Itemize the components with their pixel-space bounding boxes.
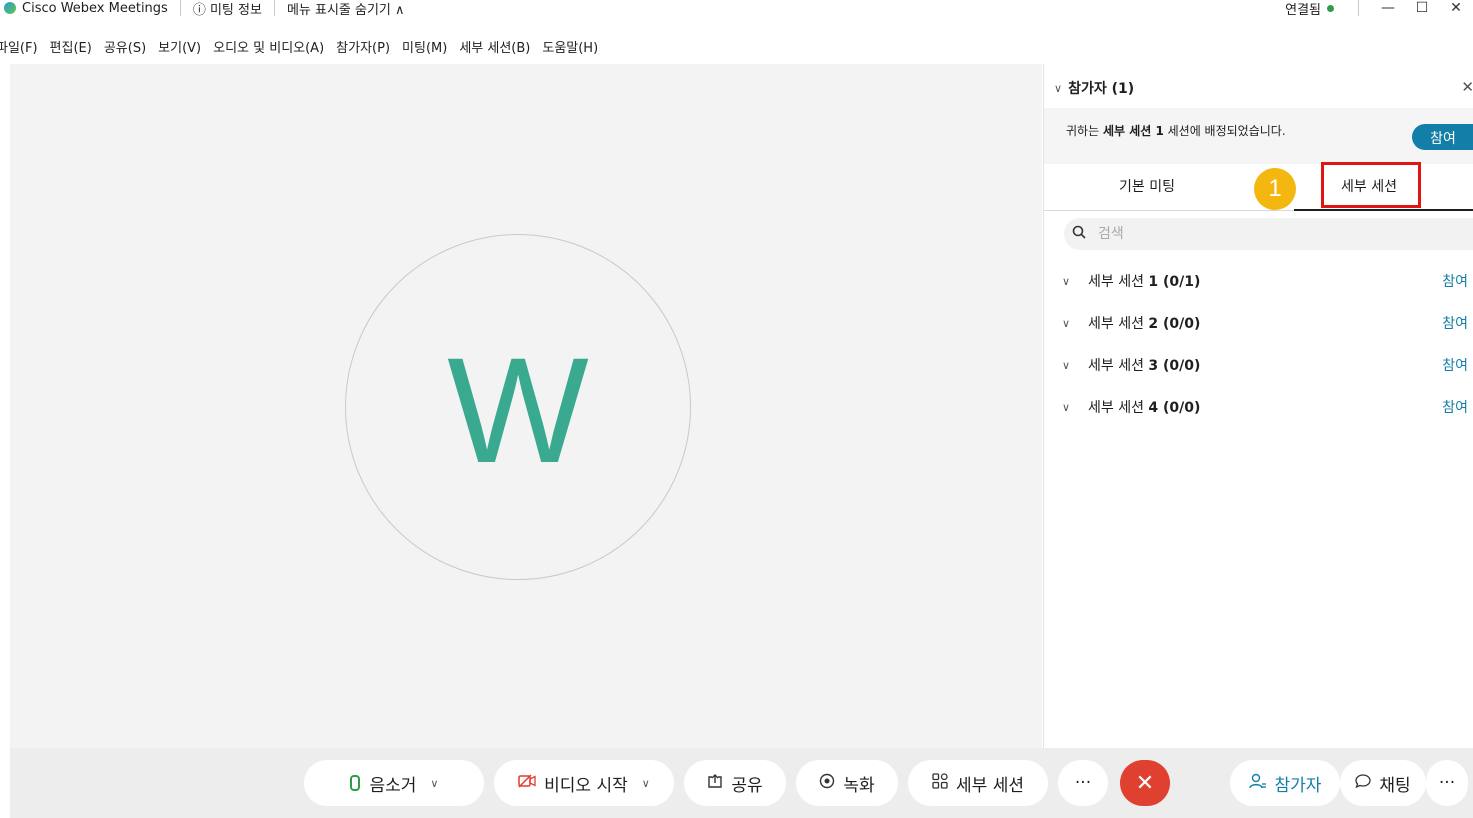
menu-edit[interactable]: 편집(E)	[50, 37, 92, 56]
divider	[1358, 0, 1359, 16]
hide-menu-bar-button[interactable]: 메뉴 표시줄 숨기기 ∧	[287, 0, 405, 18]
more-panels-button[interactable]: ···	[1426, 760, 1468, 806]
breakout-grid-icon	[932, 773, 948, 793]
participants-icon	[1248, 773, 1267, 793]
search-input[interactable]	[1096, 225, 1440, 243]
meeting-controls: 음소거 ∨ 비디오 시작 ∨ 공유 녹화 세부 세션 ··· ✕ 참가자 채팅 …	[10, 748, 1473, 818]
app-title: Cisco Webex Meetings	[22, 0, 168, 16]
connection-status: 연결됨	[1285, 2, 1321, 18]
mute-label: 음소거	[369, 775, 417, 796]
record-label: 녹화	[843, 775, 875, 796]
join-assigned-session-button[interactable]: 참여	[1412, 124, 1473, 150]
chat-bubble-icon	[1355, 773, 1372, 793]
maximize-button[interactable]: ☐	[1405, 0, 1439, 16]
breakout-sessions-button[interactable]: 세부 세션	[908, 760, 1048, 806]
more-options-button[interactable]: ···	[1058, 760, 1108, 806]
meeting-info-button[interactable]: ⓘ 미팅 정보	[193, 0, 262, 18]
participants-button[interactable]: 참가자	[1230, 760, 1340, 806]
search-bar	[1064, 218, 1473, 250]
session-name: 세부 세션 2 (0/0)	[1088, 316, 1201, 332]
more-icon: ···	[1074, 773, 1092, 793]
video-off-icon	[518, 774, 536, 792]
close-icon: ✕	[1135, 770, 1155, 796]
tab-main-meeting[interactable]: 기본 미팅	[1119, 176, 1175, 196]
join-session-button[interactable]: 참여	[1442, 355, 1468, 375]
mute-button[interactable]: 음소거 ∨	[304, 760, 484, 806]
session-name: 세부 세션 3 (0/0)	[1088, 358, 1201, 374]
record-button[interactable]: 녹화	[796, 760, 898, 806]
breakout-label: 세부 세션	[956, 775, 1024, 796]
divider	[179, 0, 181, 16]
panel-header[interactable]: ∨ 참가자 (1) ✕	[1054, 76, 1473, 100]
divider	[273, 0, 275, 16]
share-button[interactable]: 공유	[684, 760, 786, 806]
menu-view[interactable]: 보기(V)	[158, 37, 201, 56]
chevron-down-icon[interactable]: ∨	[430, 777, 438, 790]
menu-share[interactable]: 공유(S)	[104, 37, 146, 56]
menu-breakout[interactable]: 세부 세션(B)	[459, 37, 530, 56]
chevron-down-icon[interactable]: ∨	[1062, 401, 1070, 414]
chevron-down-icon[interactable]: ∨	[642, 777, 650, 790]
microphone-icon	[349, 775, 360, 791]
join-session-button[interactable]: 참여	[1442, 271, 1468, 291]
menu-participants[interactable]: 참가자(P)	[336, 37, 390, 56]
annotation-highlight-box	[1321, 162, 1421, 208]
share-label: 공유	[731, 775, 763, 796]
avatar-initial: W	[447, 326, 589, 494]
chevron-down-icon[interactable]: ∨	[1062, 359, 1070, 372]
step-number-badge: 1	[1254, 168, 1296, 210]
list-item[interactable]: ∨ 세부 세션 1 (0/1) 참여	[1044, 260, 1473, 302]
chevron-down-icon[interactable]: ∨	[1062, 317, 1070, 330]
start-video-button[interactable]: 비디오 시작 ∨	[494, 760, 674, 806]
menu-audio-video[interactable]: 오디오 및 비디오(A)	[213, 37, 324, 56]
share-icon	[707, 773, 723, 793]
participants-label: 참가자	[1274, 775, 1322, 796]
menu-help[interactable]: 도움말(H)	[542, 37, 598, 56]
close-window-button[interactable]: ✕	[1439, 0, 1473, 16]
session-name: 세부 세션 4 (0/0)	[1088, 400, 1201, 416]
chat-button[interactable]: 채팅	[1340, 760, 1426, 806]
menu-meeting[interactable]: 미팅(M)	[402, 37, 447, 56]
webex-logo-icon	[4, 2, 16, 14]
chevron-down-icon[interactable]: ∨	[1062, 275, 1070, 288]
participant-avatar: W	[345, 234, 691, 580]
close-panel-button[interactable]: ✕	[1461, 78, 1473, 96]
assignment-notice: 귀하는 세부 세션 1 세션에 배정되었습니다. 참여	[1044, 108, 1473, 164]
notice-text: 귀하는 세부 세션 1 세션에 배정되었습니다.	[1066, 124, 1286, 138]
video-stage: W	[10, 64, 1042, 748]
title-bar: Cisco Webex Meetings ⓘ 미팅 정보 메뉴 표시줄 숨기기 …	[0, 0, 1473, 22]
minimize-button[interactable]: —	[1371, 0, 1405, 16]
connection-status-dot-icon	[1327, 4, 1334, 12]
active-tab-indicator	[1294, 209, 1473, 211]
join-session-button[interactable]: 참여	[1442, 397, 1468, 417]
participants-panel: ∨ 참가자 (1) ✕ 귀하는 세부 세션 1 세션에 배정되었습니다. 참여 …	[1043, 64, 1473, 748]
join-session-button[interactable]: 참여	[1442, 313, 1468, 333]
record-icon	[819, 773, 835, 793]
session-name: 세부 세션 1 (0/1)	[1088, 274, 1201, 290]
menu-file[interactable]: 파일(F)	[0, 37, 38, 56]
breakout-session-list: ∨ 세부 세션 1 (0/1) 참여 ∨ 세부 세션 2 (0/0) 참여 ∨ …	[1044, 260, 1473, 428]
chevron-down-icon: ∨	[1054, 81, 1063, 95]
search-icon	[1072, 225, 1096, 243]
list-item[interactable]: ∨ 세부 세션 4 (0/0) 참여	[1044, 386, 1473, 428]
chat-label: 채팅	[1379, 775, 1411, 796]
video-label: 비디오 시작	[544, 775, 628, 796]
list-item[interactable]: ∨ 세부 세션 3 (0/0) 참여	[1044, 344, 1473, 386]
end-meeting-button[interactable]: ✕	[1120, 760, 1170, 806]
more-icon: ···	[1438, 773, 1456, 793]
menu-bar: 파일(F) 편집(E) 공유(S) 보기(V) 오디오 및 비디오(A) 참가자…	[0, 32, 1000, 60]
list-item[interactable]: ∨ 세부 세션 2 (0/0) 참여	[1044, 302, 1473, 344]
panel-title: 참가자 (1)	[1068, 81, 1135, 97]
